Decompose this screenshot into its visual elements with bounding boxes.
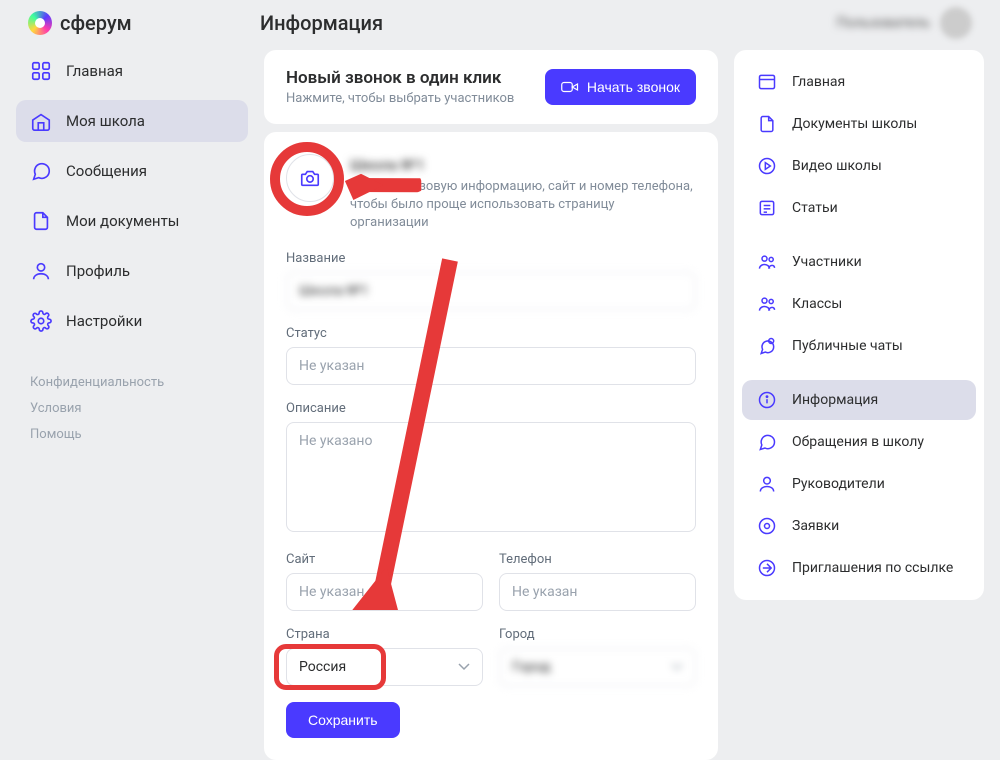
page-title: Информация	[260, 11, 383, 35]
logo-icon	[28, 11, 52, 35]
circle-icon	[756, 515, 778, 537]
message-icon	[30, 160, 52, 182]
label-phone: Телефон	[499, 552, 696, 567]
input-status[interactable]	[286, 347, 696, 385]
camera-icon	[299, 167, 321, 189]
rnav-members[interactable]: Участники	[742, 242, 976, 282]
link-privacy[interactable]: Конфиденциальность	[30, 375, 164, 390]
rnav-label: Главная	[792, 74, 845, 90]
document-icon	[30, 210, 52, 232]
footer-links: Конфиденциальность Условия Помощь	[16, 370, 248, 448]
play-icon	[756, 155, 778, 177]
left-sidebar: Главная Моя школа Сообщения Мои документ…	[16, 50, 248, 760]
school-name-heading: Школа №1	[350, 156, 696, 174]
call-card: Новый звонок в один клик Нажмите, чтобы …	[264, 50, 718, 124]
link-terms[interactable]: Условия	[30, 401, 82, 416]
button-label: Начать звонок	[587, 79, 680, 95]
nav-label: Главная	[66, 62, 123, 80]
start-call-button[interactable]: Начать звонок	[545, 69, 696, 105]
input-phone[interactable]	[499, 573, 696, 611]
info-help-text: Укажите базовую информацию, сайт и номер…	[350, 178, 696, 233]
label-country: Страна	[286, 627, 483, 642]
rnav-label: Классы	[792, 296, 842, 312]
logo[interactable]: сферум	[28, 11, 260, 35]
header: сферум Информация Пользователь	[0, 0, 1000, 50]
rnav-label: Документы школы	[792, 116, 917, 132]
right-sidebar: Главная Документы школы Видео школы Стат…	[734, 50, 984, 760]
nav-documents[interactable]: Мои документы	[16, 200, 248, 242]
rnav-appeals[interactable]: Обращения в школу	[742, 422, 976, 462]
users-icon	[756, 251, 778, 273]
document-icon	[756, 113, 778, 135]
user-area[interactable]: Пользователь	[837, 7, 972, 39]
user-name: Пользователь	[837, 15, 930, 31]
rnav-invites[interactable]: Приглашения по ссылке	[742, 548, 976, 588]
nav-label: Сообщения	[66, 162, 147, 180]
user-icon	[756, 473, 778, 495]
nav-settings[interactable]: Настройки	[16, 300, 248, 342]
label-city: Город	[499, 627, 696, 642]
window-icon	[756, 71, 778, 93]
rnav-label: Заявки	[792, 518, 839, 534]
rnav-label: Видео школы	[792, 158, 882, 174]
rnav-label: Публичные чаты	[792, 338, 903, 354]
users-icon	[756, 293, 778, 315]
rnav-classes[interactable]: Классы	[742, 284, 976, 324]
select-city[interactable]: Город	[499, 648, 696, 686]
label-status: Статус	[286, 326, 696, 341]
input-site[interactable]	[286, 573, 483, 611]
nav-profile[interactable]: Профиль	[16, 250, 248, 292]
select-country[interactable]: Россия	[286, 648, 483, 686]
rnav-label: Руководители	[792, 476, 885, 492]
call-title: Новый звонок в один клик	[286, 68, 514, 88]
save-button[interactable]: Сохранить	[286, 702, 400, 738]
link-icon	[756, 557, 778, 579]
rnav-label: Участники	[792, 254, 862, 270]
rnav-label: Информация	[792, 392, 878, 408]
info-icon	[756, 389, 778, 411]
article-icon	[756, 197, 778, 219]
rnav-home[interactable]: Главная	[742, 62, 976, 102]
grid-icon	[30, 60, 52, 82]
message-icon	[756, 431, 778, 453]
rnav-label: Приглашения по ссылке	[792, 560, 953, 576]
nav-label: Мои документы	[66, 212, 179, 230]
nav-my-school[interactable]: Моя школа	[16, 100, 248, 142]
video-icon	[561, 80, 579, 94]
nav-home[interactable]: Главная	[16, 50, 248, 92]
call-subtitle: Нажмите, чтобы выбрать участников	[286, 91, 514, 106]
main-column: Новый звонок в один клик Нажмите, чтобы …	[264, 50, 718, 760]
rnav-articles[interactable]: Статьи	[742, 188, 976, 228]
nav-label: Настройки	[66, 312, 142, 330]
rnav-info[interactable]: Информация	[742, 380, 976, 420]
nav-label: Моя школа	[66, 112, 145, 130]
info-form-card: Школа №1 Укажите базовую информацию, сай…	[264, 132, 718, 760]
label-name: Название	[286, 251, 696, 266]
label-site: Сайт	[286, 552, 483, 567]
rnav-leaders[interactable]: Руководители	[742, 464, 976, 504]
nav-messages[interactable]: Сообщения	[16, 150, 248, 192]
nav-label: Профиль	[66, 262, 130, 280]
input-name[interactable]	[286, 272, 696, 310]
rnav-requests[interactable]: Заявки	[742, 506, 976, 546]
link-help[interactable]: Помощь	[30, 427, 82, 442]
school-icon	[30, 110, 52, 132]
avatar[interactable]	[940, 7, 972, 39]
label-description: Описание	[286, 401, 696, 416]
logo-text: сферум	[60, 11, 132, 35]
rnav-label: Статьи	[792, 200, 838, 216]
input-description[interactable]	[286, 422, 696, 532]
rnav-docs[interactable]: Документы школы	[742, 104, 976, 144]
rnav-video[interactable]: Видео школы	[742, 146, 976, 186]
rnav-label: Обращения в школу	[792, 434, 924, 450]
right-nav: Главная Документы школы Видео школы Стат…	[734, 50, 984, 600]
upload-avatar-button[interactable]	[286, 154, 334, 202]
gear-icon	[30, 310, 52, 332]
chat-icon	[756, 335, 778, 357]
rnav-public-chats[interactable]: Публичные чаты	[742, 326, 976, 366]
user-icon	[30, 260, 52, 282]
